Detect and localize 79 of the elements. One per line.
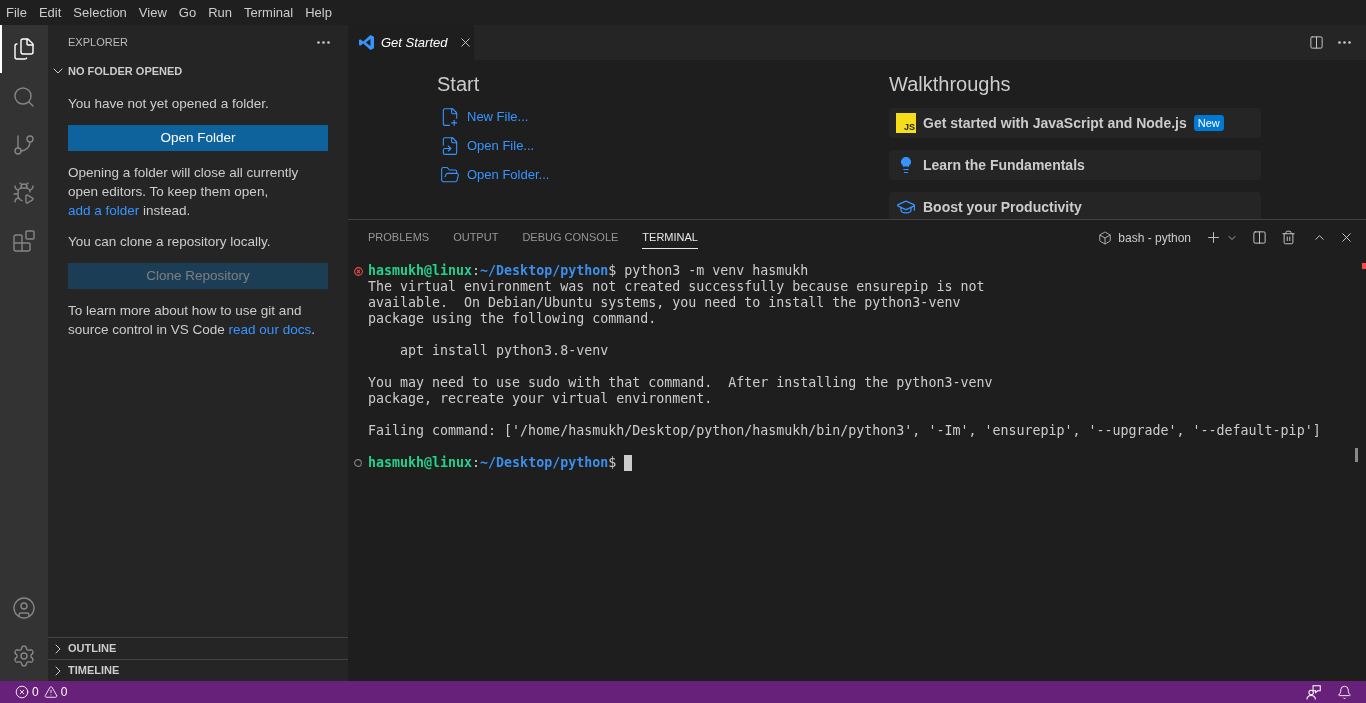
new-terminal-button[interactable]: [1205, 229, 1222, 246]
file-plus-icon: [440, 106, 460, 127]
delete-button[interactable]: [1281, 230, 1296, 245]
ellipsis-icon: [317, 41, 330, 44]
terminal-output: The virtual environment was not created successfully because ensurepip is not: [368, 279, 985, 295]
bug-play-icon: [12, 181, 36, 205]
start-link[interactable]: Open File...: [437, 131, 535, 160]
section-header[interactable]: OUTLINE: [48, 637, 348, 659]
feedback-button[interactable]: [1306, 684, 1321, 700]
blocks-icon: [12, 229, 36, 253]
ruler-marker-icon: [1362, 263, 1366, 269]
menu-item[interactable]: Run: [202, 0, 238, 25]
close-icon: [1339, 230, 1354, 245]
scrollbar-thumb[interactable]: [1355, 448, 1358, 462]
panel-tab[interactable]: OUTPUT: [453, 226, 499, 249]
terminal-output: package, recreate your virtual environment.: [368, 391, 713, 407]
panel-tab[interactable]: DEBUG CONSOLE: [522, 226, 619, 249]
menu-item[interactable]: Edit: [32, 0, 68, 25]
terminal-output: available. On Debian/Ubuntu systems, you need to install the python3-venv: [368, 295, 961, 311]
notifications-button[interactable]: [1337, 684, 1352, 700]
terminal-prompt: hasmukh@linux:~/Desktop/python$ python3 -m venv hasmukh: [368, 263, 809, 279]
user-circle-icon: [12, 596, 36, 620]
sidebar-text: You have not yet opened a folder.: [68, 95, 270, 113]
new-badge: New: [1193, 115, 1224, 131]
terminal-prompt: hasmukh@linux:~/Desktop/python$: [368, 455, 617, 471]
terminal-output: Failing command: ['/home/hasmukh/Desktop/python/hasmukh/bin/python3', '-Im', 'ensurepip', '--upgrade', '--default-pip']: [368, 423, 1321, 439]
terminal-output: package using the following command.: [368, 311, 657, 327]
settings-icon: [12, 644, 36, 668]
walkthrough-card[interactable]: Boost your Productivity: [889, 192, 1261, 219]
menu-item[interactable]: View: [132, 0, 173, 25]
split-icon: [1309, 35, 1324, 50]
menu-item[interactable]: Go: [172, 0, 203, 25]
ellipsis-icon: [1338, 41, 1351, 44]
branch-icon: [12, 133, 36, 157]
trash-icon: [1281, 230, 1296, 245]
close-panel-button[interactable]: [1339, 230, 1354, 245]
error-circle-icon[interactable]: [353, 266, 363, 276]
error-icon: [15, 685, 29, 699]
section-title: Walkthroughs: [889, 72, 1011, 96]
plus-icon: [1205, 229, 1222, 246]
more-actions-button[interactable]: [1338, 41, 1351, 44]
search-icon: [12, 85, 36, 109]
walkthrough-card[interactable]: JS Get started with JavaScript and Node.js New: [889, 108, 1261, 138]
menu-item[interactable]: Selection: [67, 0, 133, 25]
walkthrough-card[interactable]: Learn the Fundamentals: [889, 150, 1261, 180]
logo-icon: [359, 35, 374, 50]
cube-icon: [1098, 230, 1113, 245]
files-icon: [12, 37, 36, 61]
bell-icon: [1337, 684, 1352, 700]
split-terminal-button[interactable]: [1252, 230, 1267, 245]
warning-icon: [43, 685, 58, 699]
menu-item[interactable]: Terminal: [238, 0, 300, 25]
panel-tab[interactable]: TERMINAL: [642, 226, 698, 249]
editor-tab[interactable]: Get Started: [348, 25, 474, 60]
section-header[interactable]: NO FOLDER OPENED: [48, 60, 348, 82]
file-arrow-icon: [440, 135, 460, 156]
person-speech-icon: [1306, 684, 1321, 700]
sidebar-text: You can clone a repository locally.: [68, 233, 272, 251]
panel-tab[interactable]: PROBLEMS: [368, 226, 430, 249]
split-icon: [1252, 230, 1267, 245]
terminal-selector[interactable]: bash - python: [1098, 228, 1191, 247]
terminal-output: apt install python3.8-venv: [399, 343, 609, 359]
split-editor-button[interactable]: [1309, 35, 1324, 50]
section-title: Start: [437, 72, 480, 96]
circle-icon[interactable]: [354, 459, 362, 467]
folder-icon: [440, 164, 460, 185]
menu-item[interactable]: File: [0, 0, 33, 25]
js-logo: JS: [896, 113, 916, 133]
sidebar-title: EXPLORER: [68, 35, 128, 51]
sidebar-text: To learn more about how to use git and source control in VS Code read our docs.: [68, 302, 316, 339]
menu-item[interactable]: Help: [299, 0, 338, 25]
start-link[interactable]: Open Folder...: [437, 160, 550, 189]
sidebar-button[interactable]: Open Folder: [68, 125, 328, 151]
more-actions-button[interactable]: [317, 41, 330, 44]
start-link[interactable]: New File...: [437, 102, 529, 131]
sidebar-text: Opening a folder will close all currently open editors. To keep them open, add a folder instead.: [68, 164, 300, 220]
sidebar-link[interactable]: add a folder: [68, 203, 140, 218]
terminal-output: You may need to use sudo with that command. After installing the python3-venv: [368, 375, 993, 391]
problems-button[interactable]: 0 0: [10, 681, 73, 703]
